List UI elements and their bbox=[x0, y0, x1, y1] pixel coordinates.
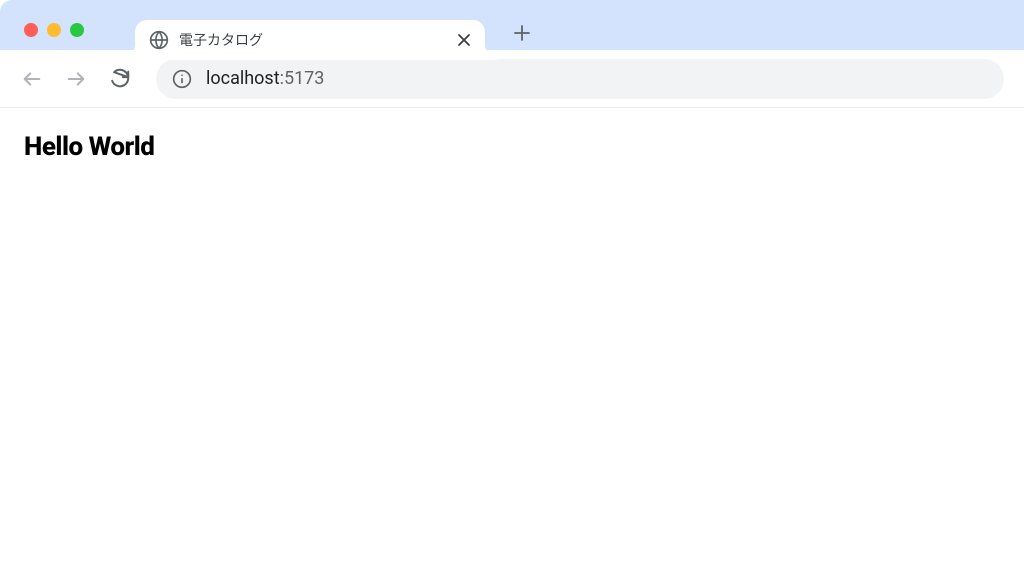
address-bar[interactable]: localhost:5173 bbox=[156, 59, 1004, 99]
maximize-window-button[interactable] bbox=[70, 23, 84, 37]
tab-bar: 電子カタログ bbox=[0, 0, 1024, 50]
back-button[interactable] bbox=[12, 59, 52, 99]
url-port: :5173 bbox=[280, 68, 325, 89]
url-host: localhost bbox=[206, 68, 280, 89]
close-tab-button[interactable] bbox=[455, 31, 473, 49]
site-info-button[interactable] bbox=[172, 69, 192, 89]
window-controls bbox=[24, 23, 84, 37]
page-content: Hello World bbox=[0, 108, 1024, 186]
page-heading: Hello World bbox=[24, 132, 1000, 162]
browser-chrome: 電子カタログ bbox=[0, 0, 1024, 108]
url-text: localhost:5173 bbox=[206, 68, 324, 89]
arrow-left-icon bbox=[21, 68, 43, 90]
plus-icon bbox=[514, 25, 530, 41]
globe-icon bbox=[149, 30, 169, 50]
tab-title: 電子カタログ bbox=[179, 30, 455, 50]
info-icon bbox=[172, 69, 192, 89]
reload-icon bbox=[109, 68, 131, 90]
minimize-window-button[interactable] bbox=[47, 23, 61, 37]
close-icon bbox=[458, 34, 470, 46]
reload-button[interactable] bbox=[100, 59, 140, 99]
forward-button[interactable] bbox=[56, 59, 96, 99]
browser-tab[interactable]: 電子カタログ bbox=[135, 20, 485, 60]
arrow-right-icon bbox=[65, 68, 87, 90]
close-window-button[interactable] bbox=[24, 23, 38, 37]
new-tab-button[interactable] bbox=[507, 18, 537, 48]
